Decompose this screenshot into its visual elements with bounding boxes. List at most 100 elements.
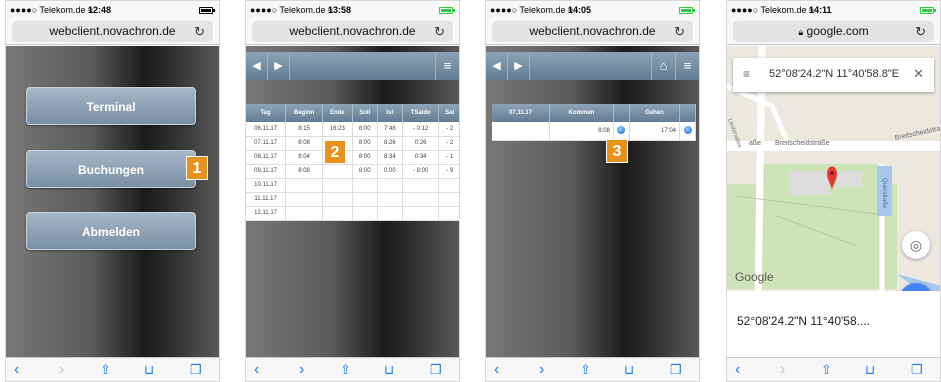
lock-icon: 🔒︎ (798, 27, 804, 37)
table-cell: 8:34 (377, 150, 403, 165)
reload-icon[interactable]: ↻ (674, 21, 685, 42)
share-icon[interactable]: ⇧ (100, 360, 111, 380)
kommen-time: 8:08 (549, 122, 614, 141)
col-header: Tag (246, 104, 287, 122)
app-navbar: ◀ ▶ ⌂ ≡ (486, 52, 699, 80)
share-icon[interactable]: ⇧ (340, 360, 351, 380)
table-cell (322, 206, 353, 221)
table-cell: 0:26 (402, 136, 440, 151)
carrier-label: ●●●●○ Telekom.de ≈ (250, 5, 333, 15)
status-bar: ●●●●○ Telekom.de ≈ 12:48 (6, 1, 219, 19)
share-icon[interactable]: ⇧ (580, 360, 591, 380)
buchungen-button[interactable]: Buchungen (26, 150, 196, 188)
table-cell (377, 206, 403, 221)
place-card[interactable]: 52°08'24.2"N 11°40'58.... (727, 291, 940, 357)
table-row[interactable]: 08.11.178:0417:088:008:340:34- 1 (246, 150, 459, 165)
abmelden-button[interactable]: Abmelden (26, 212, 196, 250)
col-header: Soll (352, 104, 378, 122)
page-content: ◀ ▶ ⌂ ≡ 07.11.17 Kommen Gehen 8:08 17:04… (486, 46, 699, 357)
url-text: webclient.novachron.de (49, 24, 176, 38)
table-cell: 12.11.17 (246, 206, 287, 221)
forward-icon[interactable]: › (780, 360, 785, 380)
table-cell (438, 206, 459, 221)
battery-icon (199, 7, 215, 14)
my-location-button[interactable]: ◎ (902, 231, 930, 259)
reload-icon[interactable]: ↻ (194, 21, 205, 42)
clock: 13:58 (328, 5, 352, 15)
table-header-row: 07.11.17 Kommen Gehen (492, 104, 696, 122)
bookmarks-icon[interactable]: ⊔ (384, 360, 394, 380)
address-bar: webclient.novachron.de ↻ (246, 19, 459, 45)
table-row[interactable]: 09.11.17 8:08 8:00 0:00- 8:00- 9 (246, 164, 459, 179)
table-cell: - 9 (438, 164, 459, 179)
address-bar: webclient.novachron.de ↻ (486, 19, 699, 45)
reload-icon[interactable]: ↻ (915, 21, 926, 42)
table-cell: 0:34 (402, 150, 440, 165)
tabs-icon[interactable]: ❐ (190, 360, 202, 380)
globe-icon[interactable] (613, 122, 630, 141)
kommen-header: Kommen (549, 104, 614, 122)
forward-icon[interactable]: › (539, 360, 544, 380)
browser-toolbar: ‹ › ⇧ ⊔ ❐ (6, 357, 219, 381)
reload-icon[interactable]: ↻ (434, 21, 445, 42)
table-row[interactable]: 12.11.17 (246, 206, 459, 221)
place-title: 52°08'24.2"N 11°40'58.... (737, 314, 870, 328)
nav-forward-icon[interactable]: ▶ (508, 52, 530, 80)
table-cell: 8:26 (377, 136, 403, 151)
table-cell (438, 178, 459, 193)
date-header: 07.11.17 (492, 104, 551, 122)
share-icon[interactable]: ⇧ (821, 360, 832, 380)
table-cell: 7:48 (377, 122, 403, 137)
menu-icon[interactable]: ≡ (435, 52, 459, 80)
url-field[interactable]: webclient.novachron.de ↻ (12, 21, 213, 42)
clock: 14:05 (568, 5, 592, 15)
page-content: Terminal Buchungen Abmelden 1 (6, 46, 219, 357)
tabs-icon[interactable]: ❐ (430, 360, 442, 380)
table-row[interactable]: 10.11.17 (246, 178, 459, 193)
url-field[interactable]: webclient.novachron.de ↻ (492, 21, 693, 42)
bookings-table: Tag Beginn Ende Soll Ist TSaldo Sal 06.1… (246, 104, 459, 221)
table-cell (492, 122, 551, 141)
table-cell: 8:00 (352, 136, 378, 151)
close-icon[interactable]: ✕ (913, 66, 924, 82)
menu-icon[interactable]: ≡ (675, 52, 699, 80)
bookmarks-icon[interactable]: ⊔ (865, 360, 875, 380)
globe-icon[interactable] (679, 122, 696, 141)
forward-icon[interactable]: › (299, 360, 304, 380)
table-cell: - 0:12 (402, 122, 440, 137)
col-header: Sal (438, 104, 459, 122)
tabs-icon[interactable]: ❐ (911, 360, 923, 380)
table-row[interactable]: 11.11.17 (246, 192, 459, 207)
gehen-time: 17:04 (629, 122, 681, 141)
terminal-button[interactable]: Terminal (26, 87, 196, 125)
clock: 14:11 (809, 5, 832, 15)
search-query[interactable]: 52°08'24.2"N 11°40'58.8"E (769, 68, 899, 80)
forward-icon[interactable]: › (59, 360, 64, 380)
back-icon[interactable]: ‹ (14, 360, 19, 380)
table-cell: 8:00 (352, 122, 378, 137)
nav-back-icon[interactable]: ◀ (246, 52, 268, 80)
back-icon[interactable]: ‹ (254, 360, 259, 380)
url-field[interactable]: webclient.novachron.de ↻ (252, 21, 453, 42)
status-bar: ●●●●○ Telekom.de ≈ 14:05 (486, 1, 699, 19)
tabs-icon[interactable]: ❐ (670, 360, 682, 380)
nav-forward-icon[interactable]: ▶ (268, 52, 290, 80)
nav-back-icon[interactable]: ◀ (486, 52, 508, 80)
home-icon[interactable]: ⌂ (651, 52, 675, 80)
url-field[interactable]: 🔒︎ google.com ↻ (733, 21, 934, 42)
search-card[interactable]: ≡ 52°08'24.2"N 11°40'58.8"E ✕ (733, 58, 934, 92)
col-header: Ist (377, 104, 403, 122)
menu-icon[interactable]: ≡ (743, 67, 750, 81)
table-row[interactable]: 06.11.17 8:15 16:23 8:00 7:48- 0:12- 2 (246, 122, 459, 137)
table-cell: - 2 (438, 136, 459, 151)
bookmarks-icon[interactable]: ⊔ (144, 360, 154, 380)
carrier-label: ●●●●○ Telekom.de ≈ (490, 5, 573, 15)
table-row[interactable]: 07.11.17 8:08 8:00 8:26 0:26- 2 (246, 136, 459, 151)
back-icon[interactable]: ‹ (735, 360, 740, 380)
table-cell (402, 206, 440, 221)
bookmarks-icon[interactable]: ⊔ (624, 360, 634, 380)
phone-screen-booking-detail: ●●●●○ Telekom.de ≈ 14:05 webclient.novac… (485, 0, 700, 382)
back-icon[interactable]: ‹ (494, 360, 499, 380)
table-header-row: Tag Beginn Ende Soll Ist TSaldo Sal (246, 104, 459, 122)
table-cell: 06.11.17 (246, 122, 287, 137)
